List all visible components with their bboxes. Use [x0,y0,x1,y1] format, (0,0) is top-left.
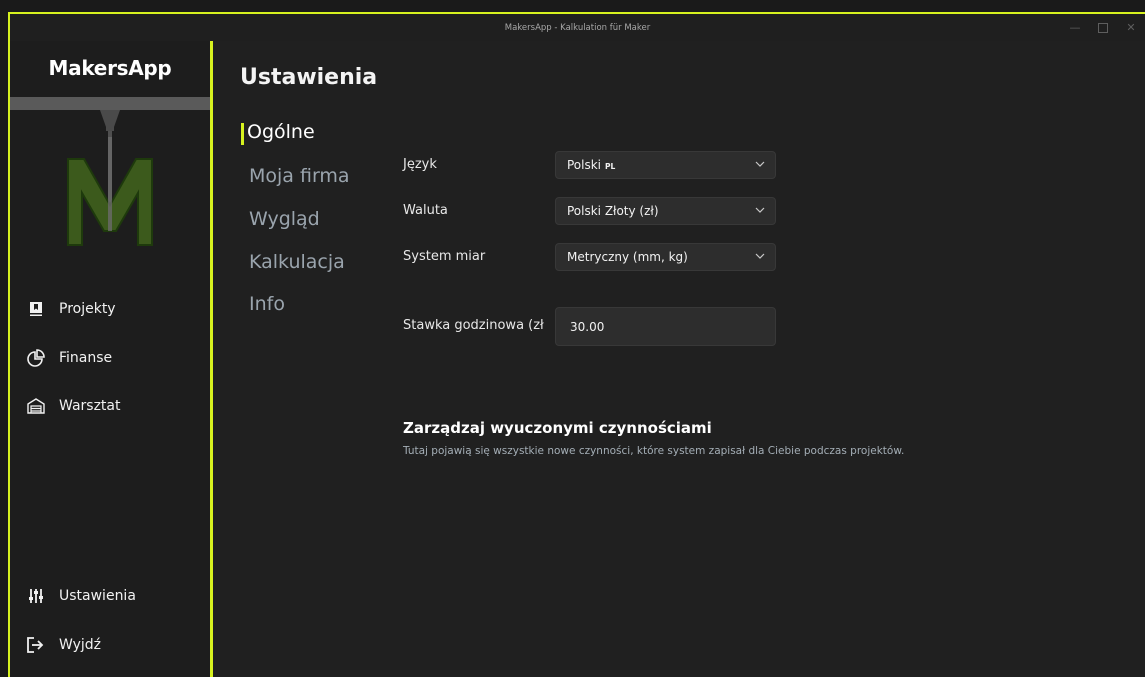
sidebar-item-label: Wyjdź [59,637,102,653]
makersapp-logo [10,97,210,259]
units-select[interactable]: Metryczny (mm, kg) [555,243,776,271]
tab-info[interactable]: Info [249,293,285,315]
chevron-down-icon [755,161,765,167]
language-value: Polski [567,158,602,172]
chevron-down-icon [755,253,765,259]
sidebar-item-label: Ustawienia [59,588,136,604]
tab-kalkulacja[interactable]: Kalkulacja [249,251,345,273]
tab-ogolne[interactable]: Ogólne [247,121,315,143]
currency-label: Waluta [403,203,448,218]
sidebar-item-label: Warsztat [59,398,121,414]
hourly-rate-input[interactable]: 30.00 [555,307,776,346]
maximize-icon[interactable] [1089,14,1117,41]
units-label: System miar [403,249,486,264]
pie-chart-icon [27,349,45,367]
sidebar-item-finanse[interactable]: Finanse [10,348,210,368]
sidebar-item-label: Finanse [59,350,113,366]
close-icon[interactable]: ✕ [1117,14,1145,41]
sidebar: MakersApp Projekty Finanse Warsztat Usta… [10,41,210,677]
projects-icon [27,300,45,318]
chevron-down-icon [755,207,765,213]
title-bar: MakersApp - Kalkulation für Maker — ✕ [10,14,1145,41]
page-title: Ustawienia [240,65,378,90]
minimize-icon[interactable]: — [1061,14,1089,41]
language-select[interactable]: Polski PL [555,151,776,179]
workshop-icon [27,397,45,415]
activities-title: Zarządzaj wyuczonymi czynnościami [403,419,712,437]
hourly-rate-label: Stawka godzinowa (zł [403,318,544,333]
window-controls: — ✕ [1061,14,1145,41]
units-value: Metryczny (mm, kg) [567,250,688,264]
app-window: MakersApp - Kalkulation für Maker — ✕ Ma… [8,12,1145,677]
language-label: Język [403,157,437,172]
sidebar-item-ustawienia[interactable]: Ustawienia [10,586,210,606]
currency-select[interactable]: Polski Złoty (zł) [555,197,776,225]
sliders-icon [27,587,45,605]
tab-moja-firma[interactable]: Moja firma [249,165,350,187]
exit-icon [27,636,45,654]
language-tag: PL [605,161,616,171]
sidebar-item-wyjdz[interactable]: Wyjdź [10,635,210,655]
settings-page: Ustawienia Ogólne Moja firma Wygląd Kalk… [213,41,1145,677]
sidebar-item-projekty[interactable]: Projekty [10,299,210,319]
currency-value: Polski Złoty (zł) [567,204,659,218]
sidebar-item-warsztat[interactable]: Warsztat [10,396,210,416]
tab-wyglad[interactable]: Wygląd [249,208,320,230]
active-tab-indicator [241,123,244,145]
window-title: MakersApp - Kalkulation für Maker [504,22,651,33]
activities-description: Tutaj pojawią się wszystkie nowe czynnoś… [403,445,905,457]
brand-title: MakersApp [48,56,172,80]
sidebar-item-label: Projekty [59,301,116,317]
